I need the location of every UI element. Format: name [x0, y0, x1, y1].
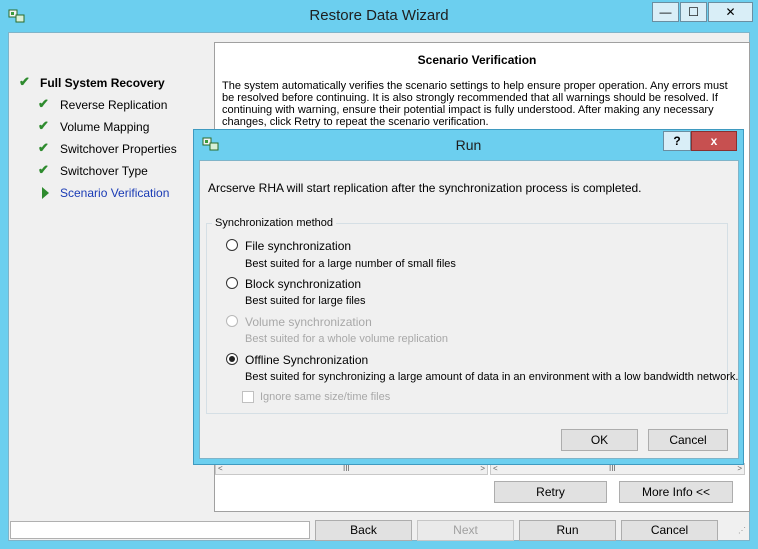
step-scenario-verification: Scenario Verification	[60, 186, 170, 200]
offline-sync-radio[interactable]	[226, 353, 238, 365]
resize-grip-icon[interactable]: ⋰	[738, 527, 748, 538]
dialog-message: Arcserve RHA will start replication afte…	[208, 181, 642, 195]
scroll-grip[interactable]: III	[343, 464, 350, 473]
panel-description: The system automatically verifies the sc…	[222, 80, 728, 128]
help-button[interactable]: ?	[663, 131, 691, 151]
run-button[interactable]: Run	[519, 520, 616, 541]
retry-button[interactable]: Retry	[494, 481, 607, 503]
checkmark-icon: ✔	[19, 74, 30, 89]
status-field	[10, 521, 310, 539]
block-sync-desc: Best suited for large files	[245, 295, 366, 307]
scroll-grip[interactable]: III	[609, 464, 616, 473]
minimize-button[interactable]: —	[652, 2, 679, 22]
step-full-system-recovery: Full System Recovery	[40, 76, 165, 90]
step-reverse-replication: Reverse Replication	[60, 98, 168, 112]
maximize-button[interactable]: ☐	[680, 2, 707, 22]
close-button[interactable]: ✕	[708, 2, 753, 22]
ignore-same-files-checkbox	[242, 391, 254, 403]
radio-selected-dot-icon	[229, 356, 235, 362]
step-volume-mapping: Volume Mapping	[60, 120, 150, 134]
file-sync-label[interactable]: File synchronization	[245, 239, 351, 253]
offline-sync-desc: Best suited for synchronizing a large am…	[245, 371, 739, 383]
step-switchover-properties: Switchover Properties	[60, 142, 177, 156]
next-button[interactable]: Next	[417, 520, 514, 541]
current-step-arrow-icon	[42, 187, 49, 199]
back-button[interactable]: Back	[315, 520, 412, 541]
scroll-right-icon[interactable]: >	[737, 464, 742, 473]
ok-button[interactable]: OK	[561, 429, 638, 451]
block-sync-radio[interactable]	[226, 277, 238, 289]
file-sync-radio[interactable]	[226, 239, 238, 251]
dialog-close-button[interactable]: x	[691, 131, 737, 151]
scroll-left-icon[interactable]: <	[218, 464, 223, 473]
block-sync-label[interactable]: Block synchronization	[245, 277, 361, 291]
checkmark-icon: ✔	[38, 118, 49, 133]
checkmark-icon: ✔	[38, 162, 49, 177]
dialog-title: Run	[455, 137, 482, 153]
file-sync-desc: Best suited for a large number of small …	[245, 258, 456, 270]
more-info-button[interactable]: More Info <<	[619, 481, 733, 503]
dialog-cancel-button[interactable]: Cancel	[648, 429, 728, 451]
checkmark-icon: ✔	[38, 96, 49, 111]
step-switchover-type: Switchover Type	[60, 164, 148, 178]
sync-method-group-label: Synchronization method	[212, 217, 337, 229]
window-title: Restore Data Wizard	[309, 7, 449, 24]
offline-sync-label[interactable]: Offline Synchronization	[245, 353, 368, 367]
volume-sync-radio	[226, 315, 238, 327]
ignore-same-files-label: Ignore same size/time files	[260, 391, 391, 403]
scroll-left-icon[interactable]: <	[493, 464, 498, 473]
volume-sync-desc: Best suited for a whole volume replicati…	[245, 333, 448, 345]
cancel-button[interactable]: Cancel	[621, 520, 718, 541]
panel-title: Scenario Verification	[417, 53, 537, 67]
volume-sync-label: Volume synchronization	[245, 315, 372, 329]
checkmark-icon: ✔	[38, 140, 49, 155]
scroll-right-icon[interactable]: >	[480, 464, 485, 473]
